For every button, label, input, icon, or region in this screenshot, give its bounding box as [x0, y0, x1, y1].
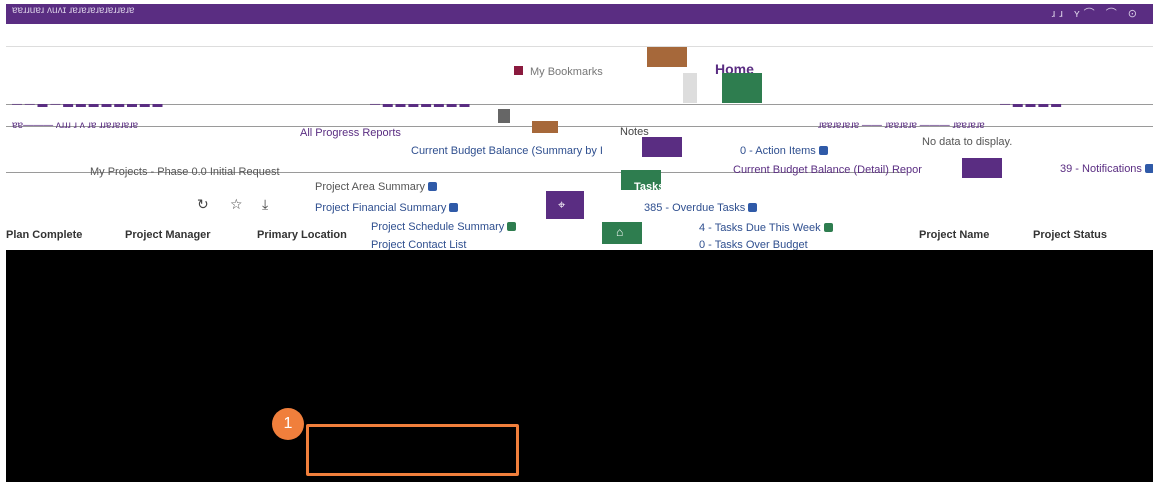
scan-icon: ⌖ — [558, 197, 566, 212]
external-link-icon — [428, 182, 438, 191]
app-title-text: ɐɐɹɹuɐɹ ʌuʌɪ ɹɐɹɐɹɐɹɐɹɐɹɹɐɹɐ — [12, 5, 135, 16]
project-schedule-summary-link[interactable]: Project Schedule Summary — [371, 221, 517, 233]
tab-marker — [532, 121, 558, 133]
external-link-icon — [449, 203, 459, 212]
external-link-icon — [818, 146, 828, 155]
col-project-manager[interactable]: Project Manager — [125, 229, 211, 241]
overdue-tasks-label: 385 - Overdue Tasks — [644, 202, 746, 214]
external-link-icon — [1144, 164, 1153, 173]
tasks-due-this-week-label: 4 - Tasks Due This Week — [699, 222, 821, 234]
notifications-label: 39 - Notifications — [1060, 163, 1142, 175]
project-schedule-summary-label: Project Schedule Summary — [371, 221, 505, 233]
briefcase-icon: ⌂ — [616, 225, 624, 239]
notifications-link[interactable]: 39 - Notifications — [1060, 163, 1153, 175]
project-area-summary-link[interactable]: Project Area Summary — [315, 181, 438, 193]
col-plan-complete[interactable]: Plan Complete — [6, 229, 82, 241]
external-link-icon — [507, 222, 517, 231]
row-filter-middle: — ▬ ▬ ▬ ▬ ▬ ▬ ▬ — [370, 99, 470, 110]
tasks-label: Tasks — [634, 181, 665, 193]
overdue-tasks-link[interactable]: 385 - Overdue Tasks — [644, 202, 758, 214]
refresh-icon[interactable]: ↻ — [197, 196, 209, 213]
star-icon[interactable]: ☆ — [230, 196, 243, 213]
filter-handle[interactable] — [498, 109, 510, 123]
action-items-icon[interactable] — [642, 137, 682, 157]
row-filter-right: — ▬ ▬ ▬ ▬ — [1000, 99, 1062, 110]
portlet-tabs-left[interactable]: ɐɐ——— ʌɹɹɹ ɹ ʌ ɹɐ ɹɹɐɹɐɹɐɹɐ — [12, 120, 138, 131]
content-blackout-area — [6, 250, 1153, 482]
no-data-message: No data to display. — [922, 136, 1013, 148]
all-progress-reports-link[interactable]: All Progress Reports — [300, 127, 401, 139]
header-controls[interactable]: ɹɹ ʏ⌒ ⌒ ⊙ — [1052, 5, 1141, 21]
action-items-link[interactable]: 0 - Action Items — [740, 145, 828, 157]
budget-detail-icon[interactable] — [962, 158, 1002, 178]
portlet-tabs-right[interactable]: ɹɐɐɹɐɹɐɹɐ —— ɹɐɐɹɐɹɐ ——— ɹɐɐɹɐɹɐ — [818, 120, 985, 131]
col-project-name[interactable]: Project Name — [919, 229, 989, 241]
row-filter-left: — — ▬ — ▬ ▬ ▬ ▬ ▬ ▬ ▬ ▬ — [12, 99, 163, 110]
highlight-box — [306, 424, 519, 476]
top-header-bar — [6, 4, 1153, 24]
nav-divider — [6, 46, 1153, 47]
col-primary-location[interactable]: Primary Location — [257, 229, 347, 241]
external-link-icon — [823, 223, 833, 232]
nav-separator — [683, 73, 697, 103]
action-items-label: 0 - Action Items — [740, 145, 816, 157]
step-number-marker: 1 — [272, 408, 304, 440]
bookmark-icon — [514, 66, 523, 75]
section-rule-1 — [6, 104, 1153, 105]
project-financial-summary-label: Project Financial Summary — [315, 202, 447, 214]
download-icon[interactable]: ⤓ — [262, 196, 268, 213]
nav-tab-block — [647, 47, 687, 67]
col-project-status[interactable]: Project Status — [1033, 229, 1107, 241]
my-bookmarks-link[interactable]: My Bookmarks — [530, 66, 603, 78]
current-budget-detail-link[interactable]: Current Budget Balance (Detail) Repor — [733, 164, 922, 176]
my-projects-phase-link[interactable]: My Projects - Phase 0.0 Initial Request — [90, 166, 280, 178]
home-icon-tile[interactable] — [722, 73, 762, 103]
tasks-due-this-week-link[interactable]: 4 - Tasks Due This Week — [699, 222, 833, 234]
project-area-summary-label: Project Area Summary — [315, 181, 426, 193]
current-budget-summary-link[interactable]: Current Budget Balance (Summary by I — [411, 145, 603, 157]
external-link-icon — [748, 203, 758, 212]
project-financial-summary-link[interactable]: Project Financial Summary — [315, 202, 459, 214]
